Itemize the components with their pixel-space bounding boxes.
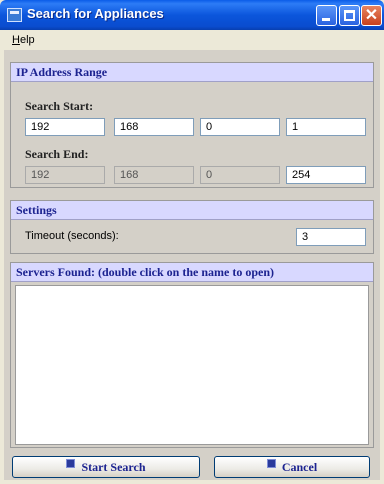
start-search-label: Start Search — [81, 460, 146, 474]
search-start-label: Search Start: — [25, 99, 94, 113]
menu-help-label: elp — [19, 34, 35, 46]
start-search-icon — [66, 459, 76, 468]
dialog-body: IP Address Range Search Start: Search En… — [4, 50, 380, 480]
close-button[interactable]: ✕ — [361, 5, 382, 26]
start-octet-4[interactable] — [286, 118, 366, 136]
start-search-button[interactable]: Start Search — [12, 456, 200, 478]
start-octet-1[interactable] — [25, 118, 105, 136]
ip-range-header: IP Address Range — [11, 63, 373, 82]
servers-found-group: Servers Found: (double click on the name… — [10, 262, 374, 448]
minimize-button[interactable] — [316, 5, 337, 26]
start-octet-2[interactable] — [114, 118, 194, 136]
menu-help-accelerator: H — [12, 34, 20, 46]
timeout-input[interactable] — [296, 228, 366, 246]
menu-help[interactable]: Help — [12, 34, 35, 46]
app-icon — [7, 8, 22, 22]
timeout-label: Timeout (seconds): — [25, 230, 119, 242]
cancel-icon — [266, 459, 276, 468]
end-octet-3 — [200, 166, 280, 184]
start-octet-3[interactable] — [200, 118, 280, 136]
title-bar[interactable]: Search for Appliances ✕ — [0, 0, 384, 30]
menu-bar: Help — [0, 30, 384, 50]
servers-found-header: Servers Found: (double click on the name… — [11, 263, 373, 282]
search-appliances-window: Search for Appliances ✕ Help IP Address … — [0, 0, 384, 484]
settings-group: Settings Timeout (seconds): — [10, 200, 374, 254]
settings-header: Settings — [11, 201, 373, 220]
search-end-label: Search End: — [25, 147, 89, 161]
cancel-label: Cancel — [281, 460, 318, 474]
maximize-button[interactable] — [339, 5, 360, 26]
maximize-icon — [344, 10, 355, 21]
window-title: Search for Appliances — [27, 6, 164, 21]
end-octet-1 — [25, 166, 105, 184]
end-octet-2 — [114, 166, 194, 184]
minimize-icon — [322, 18, 330, 21]
end-octet-4[interactable] — [286, 166, 366, 184]
servers-list[interactable] — [15, 285, 369, 445]
ip-range-group: IP Address Range Search Start: Search En… — [10, 62, 374, 188]
cancel-button[interactable]: Cancel — [214, 456, 370, 478]
close-icon: ✕ — [364, 7, 379, 24]
